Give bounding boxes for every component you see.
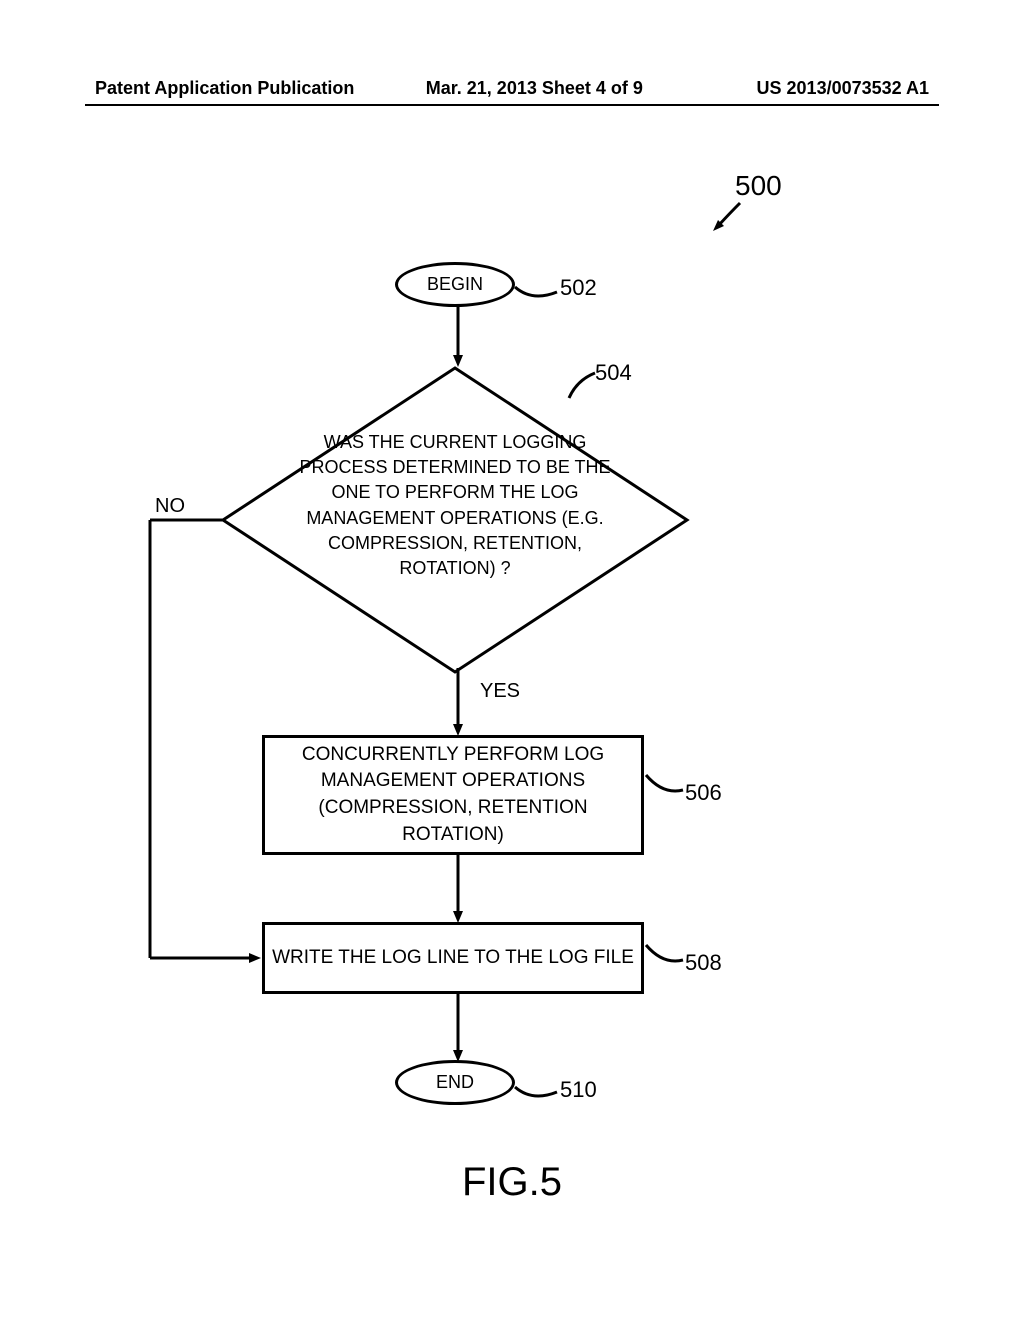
- header-publication: Patent Application Publication: [95, 78, 426, 99]
- reference-502: 502: [560, 275, 597, 301]
- process-506-text: CONCURRENTLY PERFORM LOG MANAGEMENT OPER…: [273, 742, 633, 848]
- reference-510-connector-icon: [512, 1082, 562, 1107]
- end-label: END: [436, 1072, 474, 1093]
- end-terminal: END: [395, 1060, 515, 1105]
- yes-branch-label: YES: [480, 680, 520, 703]
- arrow-decision-to-506-icon: [453, 668, 473, 740]
- reference-500-arrow-icon: [710, 198, 750, 238]
- header-sheet-info: Mar. 21, 2013 Sheet 4 of 9: [426, 78, 757, 99]
- header-divider: [85, 104, 939, 106]
- figure-label: FIG.5: [0, 1160, 1024, 1205]
- reference-508: 508: [685, 950, 722, 976]
- arrow-508-to-end-icon: [453, 994, 473, 1066]
- page-header: Patent Application Publication Mar. 21, …: [0, 78, 1024, 99]
- begin-terminal: BEGIN: [395, 262, 515, 307]
- decision-text: WAS THE CURRENT LOGGING PROCESS DETERMIN…: [285, 430, 625, 581]
- reference-504-connector-icon: [567, 370, 602, 405]
- process-508-text: WRITE THE LOG LINE TO THE LOG FILE: [272, 945, 634, 972]
- begin-label: BEGIN: [427, 274, 483, 295]
- arrow-506-to-508-icon: [453, 855, 473, 927]
- reference-506: 506: [685, 780, 722, 806]
- reference-510: 510: [560, 1077, 597, 1103]
- reference-508-connector-icon: [643, 940, 688, 970]
- reference-506-connector-icon: [643, 770, 688, 800]
- process-506-box: CONCURRENTLY PERFORM LOG MANAGEMENT OPER…: [262, 735, 644, 855]
- process-508-box: WRITE THE LOG LINE TO THE LOG FILE: [262, 922, 644, 994]
- reference-502-connector-icon: [512, 282, 562, 307]
- arrow-begin-to-decision-icon: [453, 307, 473, 372]
- header-patent-number: US 2013/0073532 A1: [757, 78, 929, 99]
- no-branch-path-icon: [145, 515, 275, 970]
